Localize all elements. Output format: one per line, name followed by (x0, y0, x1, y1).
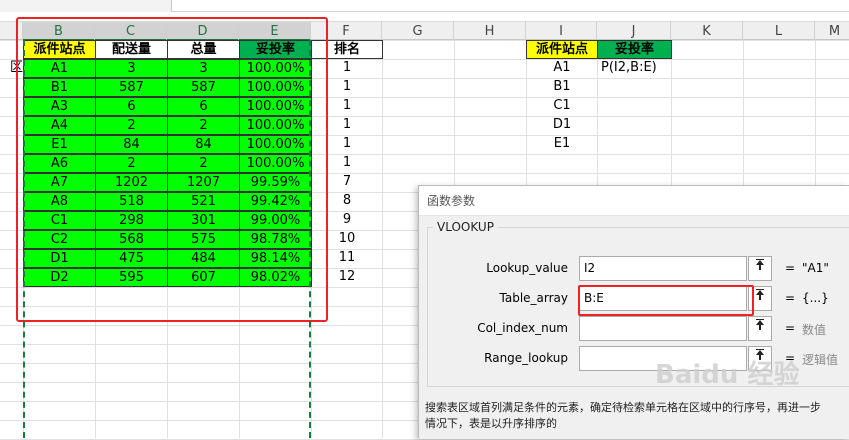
collapse-dialog-icon (756, 319, 764, 330)
arg-label: Lookup_value (486, 261, 568, 275)
function-description: 搜索表区域首列满足条件的元素，确定待检索单元格在区域中的行序号，再进一步 情况下… (425, 400, 849, 432)
arg-result: {...} (802, 291, 829, 305)
column-header-m[interactable]: M (815, 22, 849, 41)
arg-result: "A1" (802, 261, 829, 275)
lookup-cell[interactable]: B1 (526, 78, 598, 97)
column-header-l[interactable]: L (743, 22, 815, 41)
equals-sign: = (785, 291, 796, 305)
lookup-cell[interactable] (597, 78, 672, 97)
description-line-2: 情况下，表是以升序排序的 (425, 417, 557, 430)
lookup-header-cell[interactable]: 派件站点 (526, 40, 598, 59)
selection-border-left (23, 40, 25, 438)
lookup-cell[interactable]: D1 (526, 116, 598, 135)
collapse-dialog-button[interactable] (748, 316, 772, 341)
function-name: VLOOKUP (433, 220, 498, 234)
column-header-k[interactable]: K (671, 22, 743, 41)
column-header-j[interactable]: J (597, 22, 671, 41)
watermark-text: Baidu 经验 (655, 359, 799, 390)
collapse-dialog-button[interactable] (748, 256, 772, 281)
dialog-title: 函数参数 (419, 186, 849, 216)
arg-label: Col_index_num (477, 321, 568, 335)
function-arguments-dialog: 函数参数 Lookup_value I2 = "A1" Table_array B:E ={… (418, 185, 849, 439)
lookup-cell[interactable] (597, 135, 672, 154)
column-header-i[interactable]: I (526, 22, 597, 41)
selection-border-right (309, 40, 311, 438)
equals-sign: = (785, 261, 796, 275)
description-line-1: 搜索表区域首列满足条件的元素，确定待检索单元格在区域中的行序号，再进一步 (425, 401, 821, 414)
name-box[interactable] (0, 0, 172, 12)
equals-sign: = (785, 321, 796, 335)
collapse-dialog-icon (756, 289, 764, 300)
arg-label: Table_array (499, 291, 569, 305)
column-header-h[interactable]: H (454, 22, 526, 41)
arg-input[interactable]: I2 (579, 256, 747, 281)
lookup-cell[interactable] (597, 97, 672, 116)
arg-label: Range_lookup (484, 351, 568, 365)
baidu-watermark: Baidu 经验 (655, 355, 815, 395)
collapse-dialog-icon (756, 259, 764, 270)
lookup-header-cell[interactable]: 妥投率 (597, 40, 672, 59)
lookup-cell[interactable]: A1 (526, 59, 598, 78)
lookup-cell[interactable] (597, 116, 672, 135)
arg-input[interactable] (579, 316, 747, 341)
arg-result: 数值 (802, 323, 827, 337)
table-array-highlight (578, 285, 754, 316)
column-header-g[interactable]: G (382, 22, 454, 41)
lookup-cell[interactable]: C1 (526, 97, 598, 116)
lookup-cell[interactable]: E1 (526, 135, 598, 154)
columns-highlight-box (16, 17, 328, 322)
dialog-body: Lookup_value I2 = "A1" Table_array B:E = {...} C… (419, 216, 849, 439)
lookup-cell[interactable]: P(I2,B:E) (597, 59, 672, 78)
